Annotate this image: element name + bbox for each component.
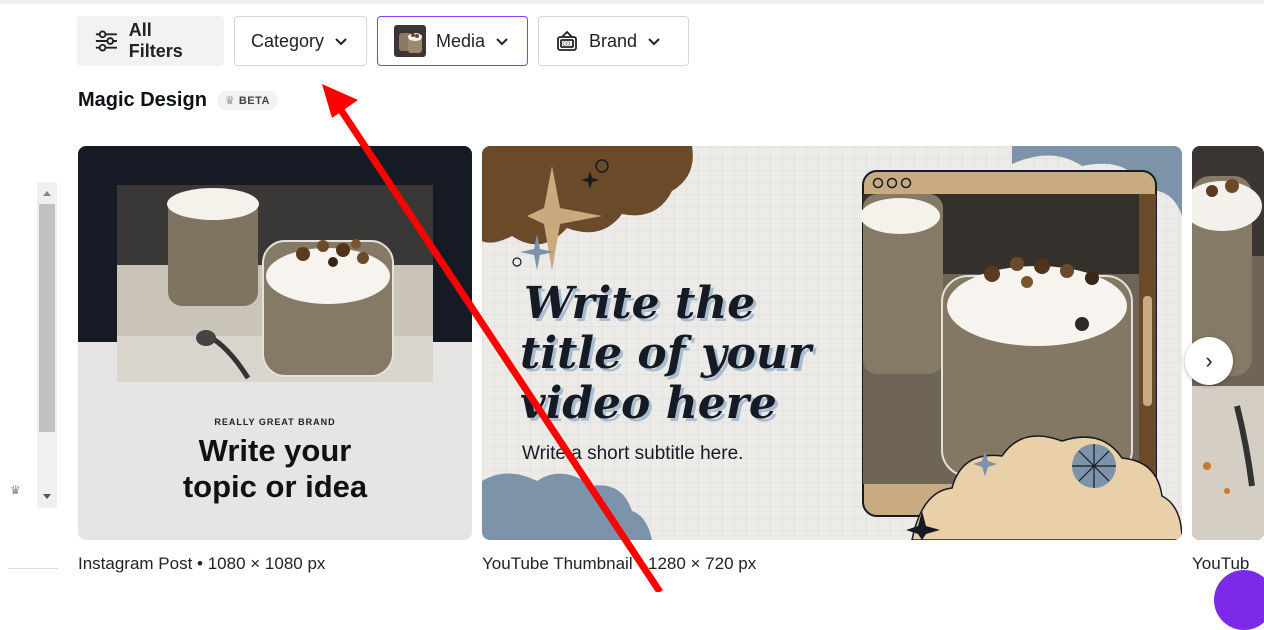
category-dropdown[interactable]: Category bbox=[234, 16, 367, 66]
sliders-icon bbox=[95, 30, 117, 52]
video-subtitle: Write a short subtitle here. bbox=[522, 443, 744, 464]
scroll-down-arrow-icon bbox=[43, 494, 51, 499]
help-floating-button[interactable] bbox=[1214, 570, 1264, 630]
scrollbar-thumb[interactable] bbox=[39, 204, 55, 432]
card-caption-youtube: YouTube Thumbnail • 1280 × 720 px bbox=[482, 554, 757, 573]
category-label: Category bbox=[251, 30, 325, 51]
media-thumbnail-icon bbox=[394, 25, 426, 57]
media-label: Media bbox=[436, 30, 486, 51]
brand-kit-icon: CO. bbox=[557, 30, 577, 51]
brand-dropdown[interactable]: CO. Brand bbox=[538, 16, 689, 66]
carousel-next-button[interactable]: › bbox=[1185, 337, 1233, 385]
card-heading-line1: Write your bbox=[198, 433, 352, 468]
chevron-right-icon: › bbox=[1205, 348, 1213, 373]
divider bbox=[8, 568, 58, 569]
video-title-line3: video here bbox=[520, 378, 777, 429]
section-heading: Magic Design ♛ BETA bbox=[78, 89, 278, 112]
filter-bar: All Filters Category Media CO. Brand bbox=[77, 16, 689, 66]
template-card-instagram[interactable]: REALLY GREAT BRAND Write your topic or i… bbox=[78, 146, 472, 540]
chevron-down-icon bbox=[335, 38, 347, 46]
sidebar-scrollbar[interactable] bbox=[37, 182, 57, 508]
section-title: Magic Design bbox=[78, 89, 207, 111]
top-divider bbox=[0, 0, 1264, 4]
brand-label: Brand bbox=[589, 30, 638, 51]
scroll-up-arrow-icon bbox=[43, 191, 51, 196]
card-brand-text: REALLY GREAT BRAND bbox=[214, 417, 336, 427]
card-heading-line2: topic or idea bbox=[182, 469, 368, 504]
video-title-line1: Write the bbox=[524, 278, 756, 329]
svg-text:CO.: CO. bbox=[563, 42, 572, 48]
media-dropdown[interactable]: Media bbox=[377, 16, 528, 66]
chevron-down-icon bbox=[496, 38, 508, 46]
beta-label: BETA bbox=[238, 95, 270, 107]
video-title-line2: title of your bbox=[520, 328, 812, 379]
beta-badge: ♛ BETA bbox=[216, 91, 278, 110]
all-filters-label: All Filters bbox=[128, 20, 183, 61]
crown-icon: ♛ bbox=[224, 95, 236, 107]
all-filters-button[interactable]: All Filters bbox=[77, 16, 224, 66]
chevron-down-icon bbox=[648, 38, 660, 46]
card-caption-instagram: Instagram Post • 1080 × 1080 px bbox=[78, 554, 326, 573]
template-card-youtube[interactable]: Write the title of your video here Write… bbox=[482, 146, 1182, 540]
crown-icon: ♛ bbox=[10, 483, 21, 497]
